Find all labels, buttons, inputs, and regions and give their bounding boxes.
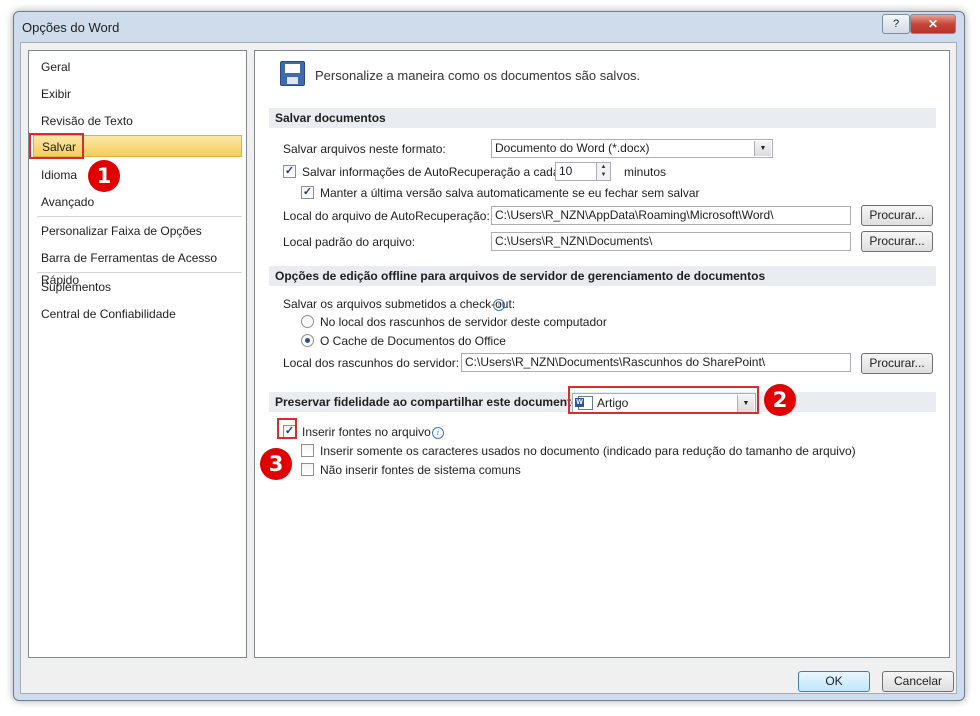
browse-autorecover-button[interactable]: Procurar... xyxy=(861,205,933,226)
info-icon: i xyxy=(493,299,505,311)
checkout-label: Salvar os arquivos submetidos a check-ou… xyxy=(283,297,516,311)
chevron-down-icon[interactable]: ▼ xyxy=(754,141,771,156)
section-salvar-documentos: Salvar documentos xyxy=(269,108,936,128)
ok-button[interactable]: OK xyxy=(798,671,870,692)
help-button[interactable]: ? xyxy=(882,14,910,34)
minutes-label: minutos xyxy=(624,165,667,179)
annotation-badge-3: 3 xyxy=(260,448,292,480)
autorecover-label: Salvar informações de AutoRecuperação a … xyxy=(302,165,560,179)
settings-panel: Personalize a maneira como os documentos… xyxy=(254,50,950,658)
embed-used-chars-checkbox[interactable] xyxy=(301,444,314,457)
nav-separator xyxy=(37,216,242,217)
nav-item-idioma[interactable]: Idioma xyxy=(33,164,242,186)
nav-item-faixa[interactable]: Personalizar Faixa de Opções xyxy=(33,220,242,242)
embed-fonts-label: Inserir fontes no arquivo xyxy=(302,425,431,439)
default-location-label: Local padrão do arquivo: xyxy=(283,235,416,249)
keep-last-version-checkbox[interactable]: ✓ xyxy=(301,186,314,199)
dialog-title: Opções do Word xyxy=(22,20,120,35)
annotation-badge-2: 2 xyxy=(764,384,796,416)
nav-item-suplementos[interactable]: Suplementos xyxy=(33,276,242,298)
autorecover-location-label: Local do arquivo de AutoRecuperação: xyxy=(283,209,490,223)
page-title: Personalize a maneira como os documentos… xyxy=(315,68,641,83)
info-icon: i xyxy=(432,427,444,439)
nav-item-acesso-rapido[interactable]: Barra de Ferramentas de Acesso Rápido xyxy=(33,247,242,287)
browse-default-button[interactable]: Procurar... xyxy=(861,231,933,252)
spin-down-icon[interactable]: ▼ xyxy=(597,171,610,179)
section-offline: Opções de edição offline para arquivos d… xyxy=(269,266,936,286)
no-system-fonts-label: Não inserir fontes de sistema comuns xyxy=(320,463,521,477)
options-dialog: Opções do Word ? ✕ Geral Exibir Revisão … xyxy=(13,11,965,701)
nav-item-revisao[interactable]: Revisão de Texto xyxy=(33,110,242,132)
nav-item-exibir[interactable]: Exibir xyxy=(33,83,242,105)
format-dropdown[interactable]: Documento do Word (*.docx) ▼ xyxy=(491,139,773,158)
cancel-button[interactable]: Cancelar xyxy=(882,671,954,692)
nav-separator xyxy=(37,272,242,273)
annotation-box-documento xyxy=(568,386,759,414)
server-drafts-location-label: Local dos rascunhos do servidor: xyxy=(283,356,460,370)
nav-item-confiabilidade[interactable]: Central de Confiabilidade xyxy=(33,303,242,325)
radio-server-drafts[interactable] xyxy=(301,315,314,328)
default-location-input[interactable]: C:\Users\R_NZN\Documents\ xyxy=(491,232,851,251)
nav-item-geral[interactable]: Geral xyxy=(33,56,242,78)
nav-item-avancado[interactable]: Avançado xyxy=(33,191,242,213)
radio-office-cache-label: O Cache de Documentos do Office xyxy=(320,334,506,348)
radio-office-cache[interactable] xyxy=(301,334,314,347)
spin-up-icon[interactable]: ▲ xyxy=(597,163,610,171)
radio-server-drafts-label: No local dos rascunhos de servidor deste… xyxy=(320,315,607,329)
server-drafts-location-input[interactable]: C:\Users\R_NZN\Documents\Rascunhos do Sh… xyxy=(461,353,851,372)
autorecover-minutes-input[interactable]: 10 xyxy=(555,162,597,181)
autorecover-checkbox[interactable]: ✓ xyxy=(283,165,296,178)
format-label: Salvar arquivos neste formato: xyxy=(283,142,446,156)
browse-drafts-button[interactable]: Procurar... xyxy=(861,353,933,374)
dialog-client: Geral Exibir Revisão de Texto Salvar Idi… xyxy=(20,42,957,694)
keep-last-version-label: Manter a última versão salva automaticam… xyxy=(320,186,700,200)
format-dropdown-value: Documento do Word (*.docx) xyxy=(495,141,650,155)
annotation-badge-1: 1 xyxy=(88,160,120,192)
embed-used-chars-label: Inserir somente os caracteres usados no … xyxy=(320,444,856,458)
minutes-spinner[interactable]: ▲ ▼ xyxy=(597,162,611,181)
autorecover-location-input[interactable]: C:\Users\R_NZN\AppData\Roaming\Microsoft… xyxy=(491,206,851,225)
no-system-fonts-checkbox[interactable] xyxy=(301,463,314,476)
annotation-box-inserir-fontes xyxy=(277,418,297,439)
annotation-box-salvar xyxy=(29,133,84,159)
title-bar[interactable]: Opções do Word ? ✕ xyxy=(14,12,964,42)
floppy-disk-icon xyxy=(280,61,305,86)
close-button[interactable]: ✕ xyxy=(910,14,956,34)
